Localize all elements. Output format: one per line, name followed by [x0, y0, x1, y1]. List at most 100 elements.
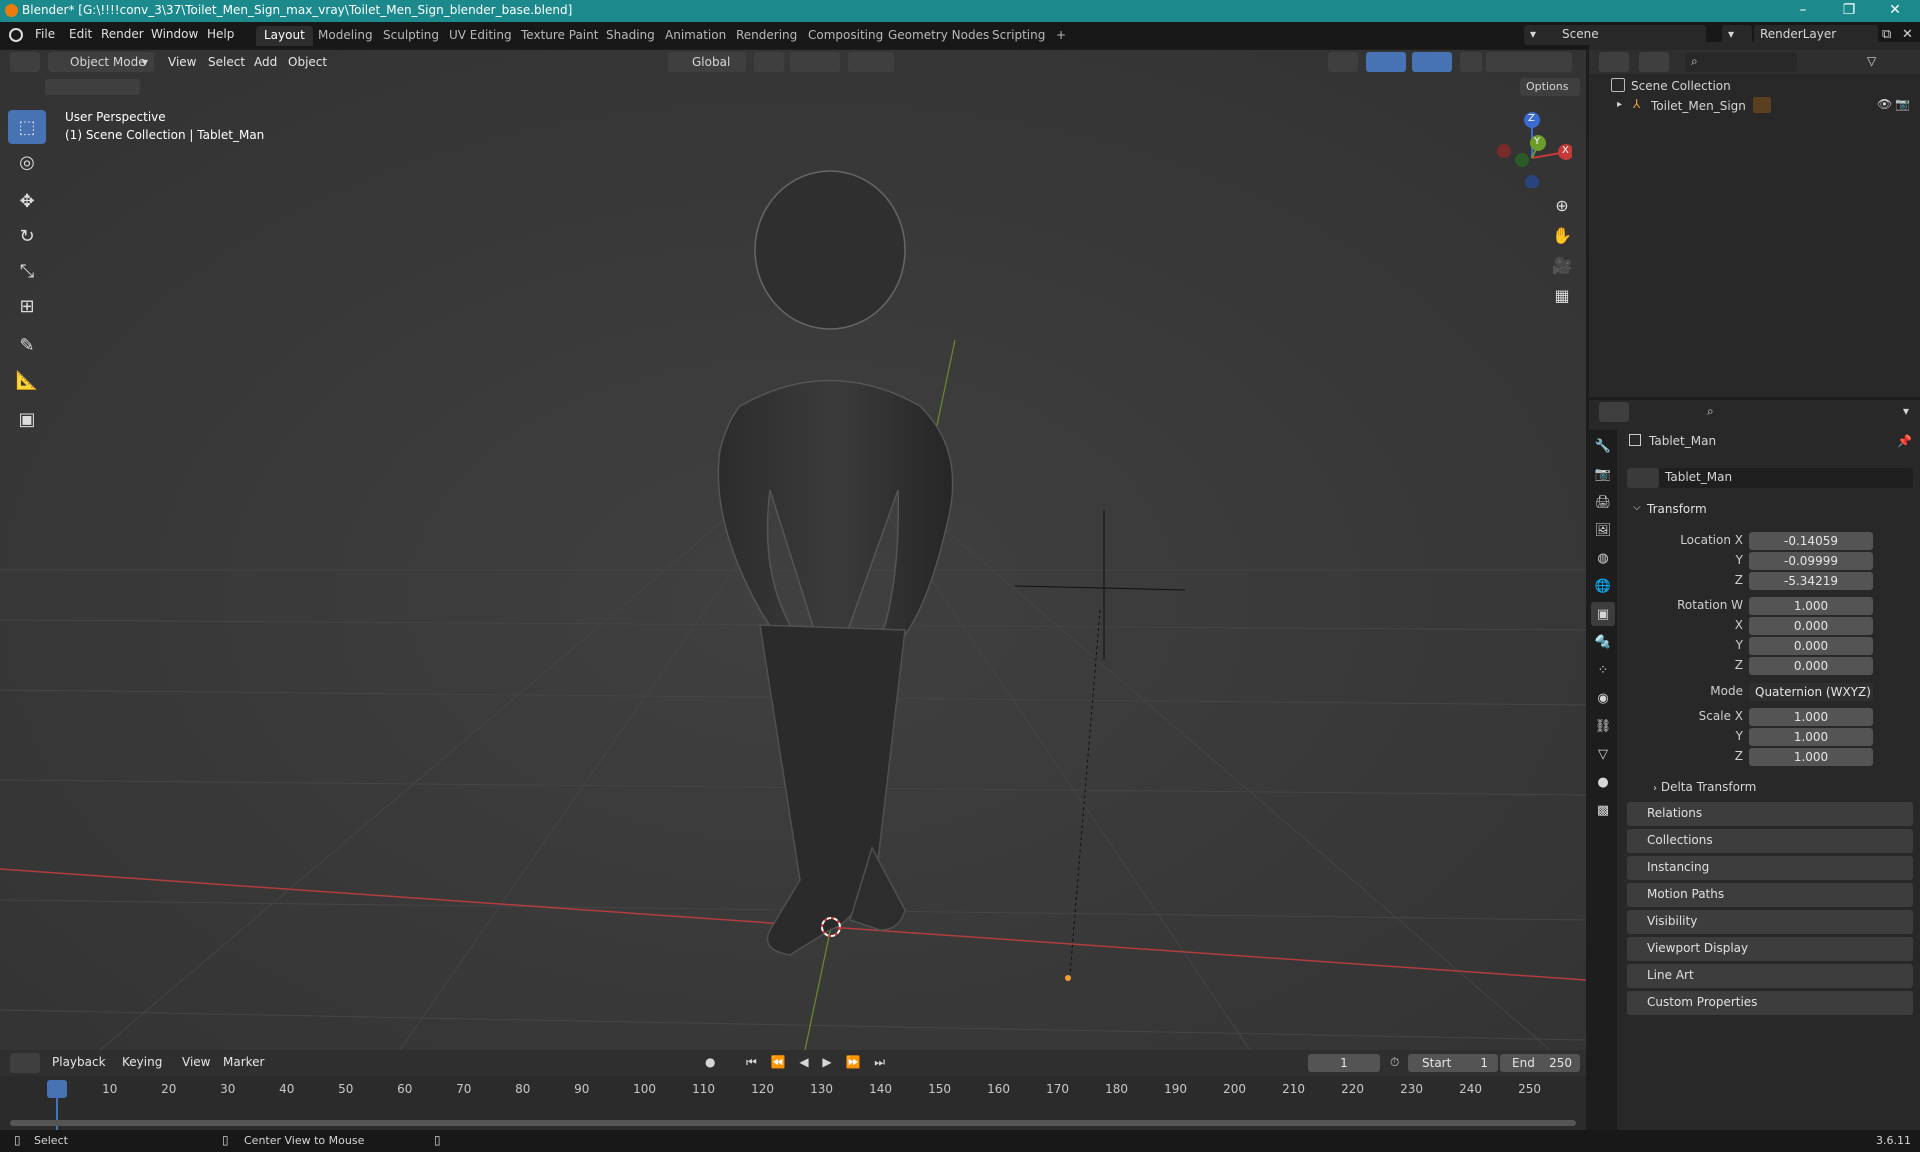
add-cube-tool-icon[interactable]: ▣: [8, 402, 46, 436]
tab-scripting[interactable]: Scripting: [984, 26, 1053, 46]
pin-icon[interactable]: 📌: [1897, 434, 1912, 448]
editor-type-icon[interactable]: [10, 52, 40, 72]
rotation-y-field[interactable]: 0.000: [1749, 637, 1873, 655]
options-button[interactable]: Options: [1520, 78, 1580, 96]
menu-edit[interactable]: Edit: [69, 27, 92, 41]
proportional-edit-icon[interactable]: [848, 52, 894, 72]
location-y-field[interactable]: -0.09999: [1749, 552, 1873, 570]
eye-icon[interactable]: 👁: [1877, 97, 1892, 111]
outliner-item-toilet-men-sign[interactable]: Toilet_Men_Sign: [1651, 99, 1746, 113]
panel-motion-paths[interactable]: Motion Paths: [1627, 883, 1913, 907]
location-x-field[interactable]: -0.14059: [1749, 532, 1873, 550]
output-tab-icon[interactable]: 🖨: [1591, 490, 1615, 514]
menu-render[interactable]: Render: [101, 27, 144, 41]
pivot-icon[interactable]: [754, 52, 784, 72]
ortho-grid-icon[interactable]: ▦: [1547, 280, 1577, 310]
stopwatch-icon[interactable]: ⏱: [1390, 1055, 1399, 1070]
timeline-menu-keying[interactable]: Keying: [122, 1055, 162, 1069]
tab-shading[interactable]: Shading: [598, 26, 663, 46]
new-view-layer-icon[interactable]: ⧉: [1882, 27, 1891, 42]
expand-arrow-icon[interactable]: ▸: [1617, 99, 1622, 110]
panel-instancing[interactable]: Instancing: [1627, 856, 1913, 880]
physics-tab-icon[interactable]: ◉: [1591, 686, 1615, 710]
constraints-tab-icon[interactable]: ⛓: [1591, 714, 1615, 738]
playhead-marker[interactable]: [47, 1080, 67, 1098]
overlay-toggle-icon[interactable]: [1412, 52, 1452, 72]
tab-animation[interactable]: Animation: [657, 26, 734, 46]
xray-icon[interactable]: [1460, 52, 1482, 72]
pan-hand-icon[interactable]: ✋: [1547, 220, 1577, 250]
select-mode-buttons[interactable]: [45, 79, 140, 95]
record-icon[interactable]: ●: [705, 1055, 715, 1069]
panel-custom-properties[interactable]: Custom Properties: [1627, 991, 1913, 1015]
rotate-tool-icon[interactable]: ↻: [8, 219, 46, 253]
tab-sculpting[interactable]: Sculpting: [375, 26, 447, 46]
timeline-scrollbar[interactable]: [10, 1120, 1576, 1126]
panel-relations[interactable]: Relations: [1627, 802, 1913, 826]
annotate-tool-icon[interactable]: ✎: [8, 328, 46, 362]
render-tab-icon[interactable]: 📷: [1591, 462, 1615, 486]
remove-view-layer-icon[interactable]: ✕: [1902, 27, 1913, 42]
tab-geometry-nodes[interactable]: Geometry Nodes: [880, 26, 997, 46]
viewport-menu-view[interactable]: View: [168, 55, 196, 69]
tab-rendering[interactable]: Rendering: [728, 26, 805, 46]
timeline-menu-view[interactable]: View: [182, 1055, 210, 1069]
3d-viewport[interactable]: [0, 50, 1586, 1050]
rotation-x-field[interactable]: 0.000: [1749, 617, 1873, 635]
camera-render-icon[interactable]: 📷: [1895, 97, 1910, 111]
particles-tab-icon[interactable]: ⁘: [1591, 658, 1615, 682]
maximize-button[interactable]: ❐: [1826, 0, 1872, 22]
select-box-tool-icon[interactable]: ⬚: [8, 110, 46, 144]
move-tool-icon[interactable]: ✥: [8, 184, 46, 218]
world-tab-icon[interactable]: 🌐: [1591, 574, 1615, 598]
viewport-menu-add[interactable]: Add: [254, 55, 277, 69]
transform-tool-icon[interactable]: ⊞: [8, 289, 46, 323]
object-browse-icon[interactable]: [1627, 468, 1659, 488]
visibility-icon[interactable]: [1328, 52, 1358, 72]
panel-viewport-display[interactable]: Viewport Display: [1627, 937, 1913, 961]
filter-icon[interactable]: ▽: [1867, 54, 1876, 68]
menu-window[interactable]: Window: [151, 27, 198, 41]
display-mode-icon[interactable]: [1639, 52, 1669, 72]
panel-visibility[interactable]: Visibility: [1627, 910, 1913, 934]
camera-view-icon[interactable]: 🎥: [1547, 250, 1577, 280]
properties-editor-icon[interactable]: [1599, 402, 1629, 422]
tab-texture-paint[interactable]: Texture Paint: [513, 26, 606, 46]
rotation-z-field[interactable]: 0.000: [1749, 657, 1873, 675]
panel-collections[interactable]: Collections: [1627, 829, 1913, 853]
tool-tab-icon[interactable]: 🔧: [1591, 434, 1615, 458]
texture-tab-icon[interactable]: ▩: [1591, 798, 1615, 822]
current-frame-field[interactable]: 1: [1308, 1054, 1380, 1072]
viewport-menu-select[interactable]: Select: [208, 55, 245, 69]
playback-controls[interactable]: ⏮ ⏪ ◀ ▶ ⏩ ⏭: [746, 1055, 890, 1070]
scale-z-field[interactable]: 1.000: [1749, 748, 1873, 766]
minimize-button[interactable]: –: [1780, 0, 1826, 22]
timeline-editor-icon[interactable]: [10, 1053, 40, 1073]
shading-modes[interactable]: [1486, 52, 1572, 72]
modifier-tab-icon[interactable]: 🔩: [1591, 630, 1615, 654]
measure-tool-icon[interactable]: 📐: [8, 363, 46, 397]
snap-icon[interactable]: [790, 52, 840, 72]
scene-tab-icon[interactable]: ◍: [1591, 546, 1615, 570]
navigation-gizmo[interactable]: Z X Y: [1492, 108, 1574, 189]
transform-panel-header[interactable]: ⌵ Transform: [1627, 498, 1913, 522]
end-frame-field[interactable]: End 250: [1500, 1054, 1580, 1072]
timeline-menu-marker[interactable]: Marker: [223, 1055, 264, 1069]
zoom-icon[interactable]: ⊕: [1547, 190, 1577, 220]
scale-x-field[interactable]: 1.000: [1749, 708, 1873, 726]
rotation-mode-dropdown[interactable]: Quaternion (WXYZ): [1749, 683, 1873, 701]
rotation-w-field[interactable]: 1.000: [1749, 597, 1873, 615]
tab-layout[interactable]: Layout: [256, 26, 313, 46]
blender-menu-icon[interactable]: [9, 28, 23, 42]
scale-y-field[interactable]: 1.000: [1749, 728, 1873, 746]
properties-search-input[interactable]: ⌕: [1701, 402, 1801, 422]
viewport-menu-object[interactable]: Object: [288, 55, 327, 69]
tab-compositing[interactable]: Compositing: [800, 26, 891, 46]
delta-transform-subpanel[interactable]: › Delta Transform: [1653, 780, 1756, 794]
start-frame-field[interactable]: Start 1: [1408, 1054, 1498, 1072]
scale-tool-icon[interactable]: ⤡: [8, 254, 46, 288]
add-workspace-button[interactable]: +: [1048, 26, 1074, 46]
tab-uv-editing[interactable]: UV Editing: [441, 26, 520, 46]
object-name-field[interactable]: Tablet_Man: [1659, 468, 1913, 488]
scene-collection-label[interactable]: Scene Collection: [1631, 79, 1731, 93]
